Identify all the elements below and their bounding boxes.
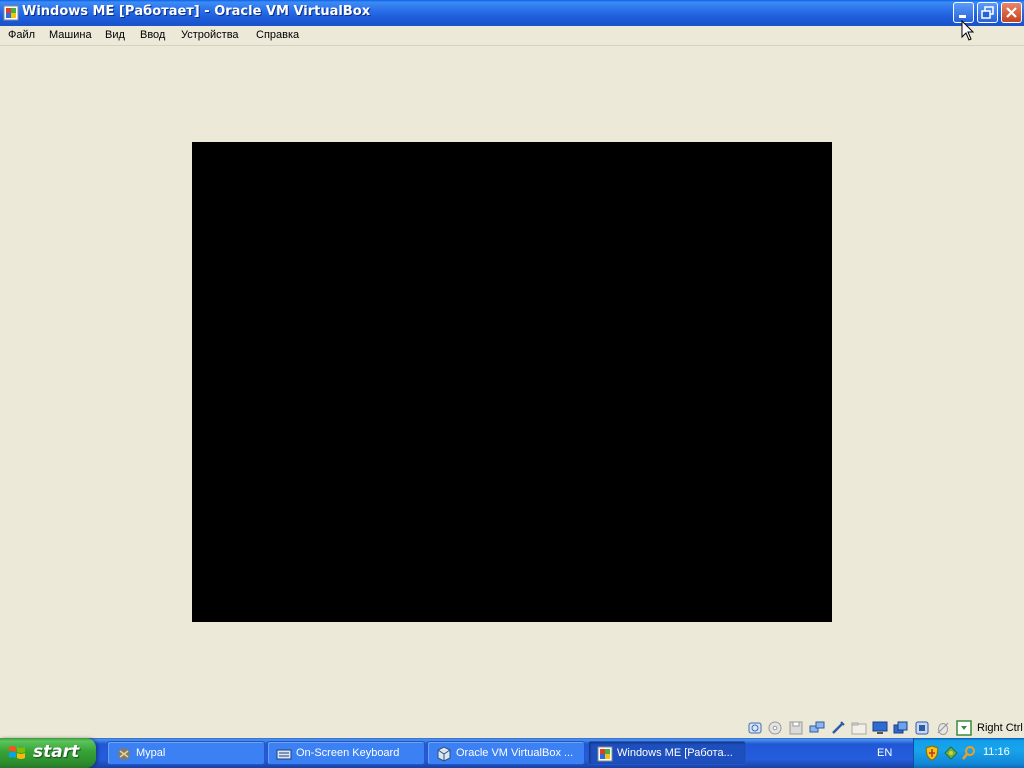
mouse-cursor-icon xyxy=(961,20,975,41)
virtualbox-vm-icon xyxy=(597,746,613,762)
menu-machine[interactable]: Машина xyxy=(49,29,92,41)
start-label: start xyxy=(33,742,80,762)
close-button[interactable] xyxy=(1001,2,1022,23)
taskbar-item-label: Oracle VM VirtualBox ... xyxy=(456,747,574,759)
system-tray: 11:16 xyxy=(913,738,1024,768)
keyboard-capture-icon[interactable] xyxy=(956,720,972,736)
virtualbox-icon xyxy=(437,746,451,762)
taskbar-item-mypal[interactable]: Mypal xyxy=(107,741,265,765)
security-shield-icon[interactable] xyxy=(924,745,940,761)
vm-display[interactable] xyxy=(192,142,832,622)
search-tray-icon[interactable] xyxy=(961,745,977,761)
menu-help[interactable]: Справка xyxy=(256,29,299,41)
close-icon xyxy=(1006,7,1017,18)
taskbar-item-windows-me-vm[interactable]: Windows ME [Работа... xyxy=(588,741,746,765)
taskbar-item-label: On-Screen Keyboard xyxy=(296,747,400,759)
menu-file[interactable]: Файл xyxy=(8,29,35,41)
taskbar-item-virtualbox-manager[interactable]: Oracle VM VirtualBox ... xyxy=(427,741,585,765)
keyboard-icon xyxy=(276,749,292,760)
usb-icon[interactable] xyxy=(830,720,846,736)
display-icon[interactable] xyxy=(872,720,888,736)
cpu-virtualization-icon[interactable] xyxy=(914,720,930,736)
floppy-disk-icon[interactable] xyxy=(788,720,804,736)
optical-drive-icon[interactable] xyxy=(767,720,783,736)
hard-disk-icon[interactable] xyxy=(747,720,763,736)
host-key-label: Right Ctrl xyxy=(977,722,1023,734)
video-capture-icon[interactable] xyxy=(893,720,909,736)
windows-flag-icon xyxy=(9,746,25,759)
mouse-integration-icon[interactable] xyxy=(935,720,951,736)
shared-folders-icon[interactable] xyxy=(851,720,867,736)
taskbar: start Mypal On-Screen Keyboard Oracle VM… xyxy=(0,738,1024,768)
network-tray-icon[interactable] xyxy=(943,745,959,761)
restore-button[interactable] xyxy=(977,2,998,23)
taskbar-item-on-screen-keyboard[interactable]: On-Screen Keyboard xyxy=(267,741,425,765)
window-title: Windows ME [Работает] - Oracle VM Virtua… xyxy=(22,4,371,19)
menu-devices[interactable]: Устройства xyxy=(181,29,239,41)
menu-bar: Файл Машина Вид Ввод Устройства Справка xyxy=(0,26,1024,46)
restore-icon xyxy=(981,6,994,19)
taskbar-item-label: Windows ME [Работа... xyxy=(617,747,733,759)
network-icon[interactable] xyxy=(809,720,825,736)
language-indicator[interactable]: EN xyxy=(877,747,892,759)
menu-view[interactable]: Вид xyxy=(105,29,125,41)
menu-input[interactable]: Ввод xyxy=(140,29,165,41)
mypal-browser-icon xyxy=(118,748,130,760)
taskbar-item-label: Mypal xyxy=(136,747,166,759)
start-button[interactable]: start xyxy=(0,738,96,768)
title-bar[interactable]: Windows ME [Работает] - Oracle VM Virtua… xyxy=(0,0,1024,26)
virtualbox-vm-icon xyxy=(3,5,19,21)
vm-status-bar: Right Ctrl xyxy=(0,718,1024,738)
clock: 11:16 xyxy=(983,746,1010,758)
